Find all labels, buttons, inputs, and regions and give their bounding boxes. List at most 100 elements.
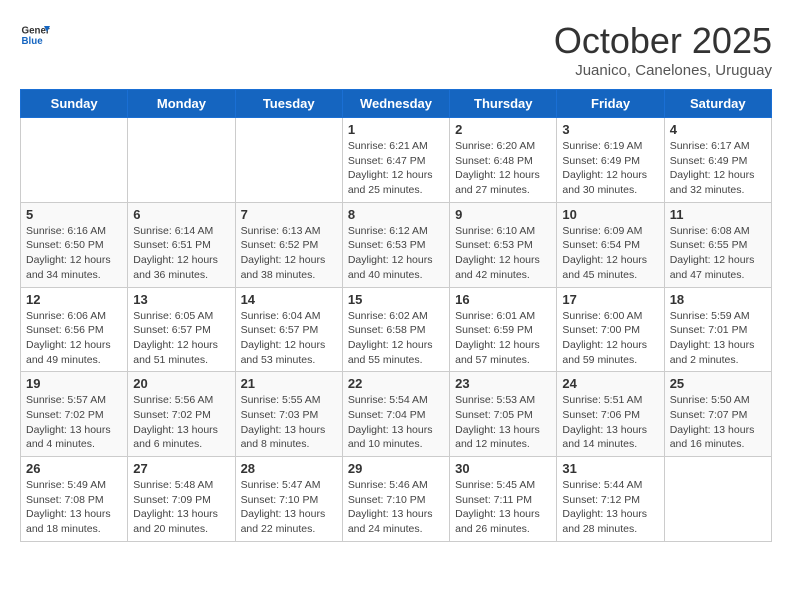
calendar-week-2: 5Sunrise: 6:16 AM Sunset: 6:50 PM Daylig… — [21, 202, 772, 287]
calendar-cell: 28Sunrise: 5:47 AM Sunset: 7:10 PM Dayli… — [235, 457, 342, 542]
day-number: 7 — [241, 207, 337, 222]
day-info: Sunrise: 5:47 AM Sunset: 7:10 PM Dayligh… — [241, 478, 337, 537]
calendar-cell: 25Sunrise: 5:50 AM Sunset: 7:07 PM Dayli… — [664, 372, 771, 457]
day-number: 12 — [26, 292, 122, 307]
calendar-cell: 7 Sunrise: 6:13 AM Sunset: 6:52 PM Daylig… — [235, 202, 342, 287]
day-info: Sunrise: 5:44 AM Sunset: 7:12 PM Dayligh… — [562, 478, 658, 537]
day-info: Sunrise: 6:17 AM Sunset: 6:49 PM Dayligh… — [670, 139, 766, 198]
day-info: Sunrise: 5:53 AM Sunset: 7:05 PM Dayligh… — [455, 393, 551, 452]
day-info: Sunrise: 6:05 AM Sunset: 6:57 PM Dayligh… — [133, 309, 229, 368]
calendar-cell: 24 Sunrise: 5:51 AM Sunset: 7:06 PM Dayli… — [557, 372, 664, 457]
day-number: 27 — [133, 461, 229, 476]
calendar-week-5: 26 Sunrise: 5:49 AM Sunset: 7:08 PM Dayli… — [21, 457, 772, 542]
day-number: 10 — [562, 207, 658, 222]
day-number: 6 — [133, 207, 229, 222]
calendar-cell — [664, 457, 771, 542]
calendar-cell: 31 Sunrise: 5:44 AM Sunset: 7:12 PM Dayli… — [557, 457, 664, 542]
calendar-cell — [235, 118, 342, 203]
day-number: 25 — [670, 376, 766, 391]
calendar-cell: 2 Sunrise: 6:20 AM Sunset: 6:48 PM Daylig… — [450, 118, 557, 203]
calendar-cell: 9 Sunrise: 6:10 AM Sunset: 6:53 PM Daylig… — [450, 202, 557, 287]
day-info: Sunrise: 5:56 AM Sunset: 7:02 PM Dayligh… — [133, 393, 229, 452]
day-number: 8 — [348, 207, 444, 222]
day-info: Sunrise: 5:54 AM Sunset: 7:04 PM Dayligh… — [348, 393, 444, 452]
location-subtitle: Juanico, Canelones, Uruguay — [554, 62, 772, 79]
day-info: Sunrise: 6:14 AM Sunset: 6:51 PM Dayligh… — [133, 224, 229, 283]
calendar-cell: 3 Sunrise: 6:19 AM Sunset: 6:49 PM Daylig… — [557, 118, 664, 203]
day-number: 2 — [455, 122, 551, 137]
day-number: 4 — [670, 122, 766, 137]
calendar-cell: 6 Sunrise: 6:14 AM Sunset: 6:51 PM Daylig… — [128, 202, 235, 287]
day-number: 19 — [26, 376, 122, 391]
day-info: Sunrise: 6:21 AM Sunset: 6:47 PM Dayligh… — [348, 139, 444, 198]
day-info: Sunrise: 6:10 AM Sunset: 6:53 PM Dayligh… — [455, 224, 551, 283]
day-info: Sunrise: 5:45 AM Sunset: 7:11 PM Dayligh… — [455, 478, 551, 537]
day-number: 22 — [348, 376, 444, 391]
day-info: Sunrise: 6:19 AM Sunset: 6:49 PM Dayligh… — [562, 139, 658, 198]
day-info: Sunrise: 6:13 AM Sunset: 6:52 PM Dayligh… — [241, 224, 337, 283]
day-header-wednesday: Wednesday — [342, 90, 449, 118]
day-info: Sunrise: 5:48 AM Sunset: 7:09 PM Dayligh… — [133, 478, 229, 537]
calendar-cell — [21, 118, 128, 203]
day-header-row: SundayMondayTuesdayWednesdayThursdayFrid… — [21, 90, 772, 118]
day-info: Sunrise: 6:09 AM Sunset: 6:54 PM Dayligh… — [562, 224, 658, 283]
month-title: October 2025 — [554, 20, 772, 62]
logo: General Blue — [20, 20, 50, 50]
page-header: General Blue October 2025 Juanico, Canel… — [20, 20, 772, 79]
day-number: 29 — [348, 461, 444, 476]
calendar-cell: 8 Sunrise: 6:12 AM Sunset: 6:53 PM Daylig… — [342, 202, 449, 287]
day-info: Sunrise: 6:12 AM Sunset: 6:53 PM Dayligh… — [348, 224, 444, 283]
calendar-cell: 5Sunrise: 6:16 AM Sunset: 6:50 PM Daylig… — [21, 202, 128, 287]
day-number: 3 — [562, 122, 658, 137]
day-number: 15 — [348, 292, 444, 307]
day-info: Sunrise: 6:02 AM Sunset: 6:58 PM Dayligh… — [348, 309, 444, 368]
day-number: 13 — [133, 292, 229, 307]
day-info: Sunrise: 5:59 AM Sunset: 7:01 PM Dayligh… — [670, 309, 766, 368]
day-info: Sunrise: 5:55 AM Sunset: 7:03 PM Dayligh… — [241, 393, 337, 452]
day-number: 26 — [26, 461, 122, 476]
day-info: Sunrise: 6:00 AM Sunset: 7:00 PM Dayligh… — [562, 309, 658, 368]
calendar-cell: 16 Sunrise: 6:01 AM Sunset: 6:59 PM Dayli… — [450, 287, 557, 372]
day-info: Sunrise: 5:51 AM Sunset: 7:06 PM Dayligh… — [562, 393, 658, 452]
calendar-cell: 26 Sunrise: 5:49 AM Sunset: 7:08 PM Dayli… — [21, 457, 128, 542]
calendar-cell: 22 Sunrise: 5:54 AM Sunset: 7:04 PM Dayli… — [342, 372, 449, 457]
calendar-cell: 27 Sunrise: 5:48 AM Sunset: 7:09 PM Dayli… — [128, 457, 235, 542]
day-number: 31 — [562, 461, 658, 476]
day-info: Sunrise: 6:01 AM Sunset: 6:59 PM Dayligh… — [455, 309, 551, 368]
calendar-cell: 23Sunrise: 5:53 AM Sunset: 7:05 PM Dayli… — [450, 372, 557, 457]
day-number: 16 — [455, 292, 551, 307]
day-number: 17 — [562, 292, 658, 307]
day-number: 24 — [562, 376, 658, 391]
day-header-saturday: Saturday — [664, 90, 771, 118]
calendar-table: SundayMondayTuesdayWednesdayThursdayFrid… — [20, 89, 772, 542]
day-number: 20 — [133, 376, 229, 391]
calendar-cell: 17 Sunrise: 6:00 AM Sunset: 7:00 PM Dayli… — [557, 287, 664, 372]
day-info: Sunrise: 6:04 AM Sunset: 6:57 PM Dayligh… — [241, 309, 337, 368]
calendar-cell: 4 Sunrise: 6:17 AM Sunset: 6:49 PM Daylig… — [664, 118, 771, 203]
day-number: 11 — [670, 207, 766, 222]
day-info: Sunrise: 5:46 AM Sunset: 7:10 PM Dayligh… — [348, 478, 444, 537]
calendar-cell — [128, 118, 235, 203]
day-header-thursday: Thursday — [450, 90, 557, 118]
day-header-friday: Friday — [557, 90, 664, 118]
calendar-cell: 19 Sunrise: 5:57 AM Sunset: 7:02 PM Dayli… — [21, 372, 128, 457]
calendar-week-4: 19 Sunrise: 5:57 AM Sunset: 7:02 PM Dayli… — [21, 372, 772, 457]
calendar-cell: 14 Sunrise: 6:04 AM Sunset: 6:57 PM Dayli… — [235, 287, 342, 372]
day-info: Sunrise: 6:08 AM Sunset: 6:55 PM Dayligh… — [670, 224, 766, 283]
day-number: 5 — [26, 207, 122, 222]
day-info: Sunrise: 6:20 AM Sunset: 6:48 PM Dayligh… — [455, 139, 551, 198]
day-header-sunday: Sunday — [21, 90, 128, 118]
calendar-cell: 10 Sunrise: 6:09 AM Sunset: 6:54 PM Dayli… — [557, 202, 664, 287]
calendar-cell: 1Sunrise: 6:21 AM Sunset: 6:47 PM Daylig… — [342, 118, 449, 203]
day-info: Sunrise: 5:57 AM Sunset: 7:02 PM Dayligh… — [26, 393, 122, 452]
day-number: 18 — [670, 292, 766, 307]
calendar-cell: 30Sunrise: 5:45 AM Sunset: 7:11 PM Dayli… — [450, 457, 557, 542]
day-number: 9 — [455, 207, 551, 222]
calendar-cell: 20 Sunrise: 5:56 AM Sunset: 7:02 PM Dayli… — [128, 372, 235, 457]
svg-text:Blue: Blue — [22, 36, 44, 47]
day-number: 21 — [241, 376, 337, 391]
day-header-tuesday: Tuesday — [235, 90, 342, 118]
calendar-cell: 11 Sunrise: 6:08 AM Sunset: 6:55 PM Dayli… — [664, 202, 771, 287]
day-info: Sunrise: 5:49 AM Sunset: 7:08 PM Dayligh… — [26, 478, 122, 537]
day-number: 14 — [241, 292, 337, 307]
